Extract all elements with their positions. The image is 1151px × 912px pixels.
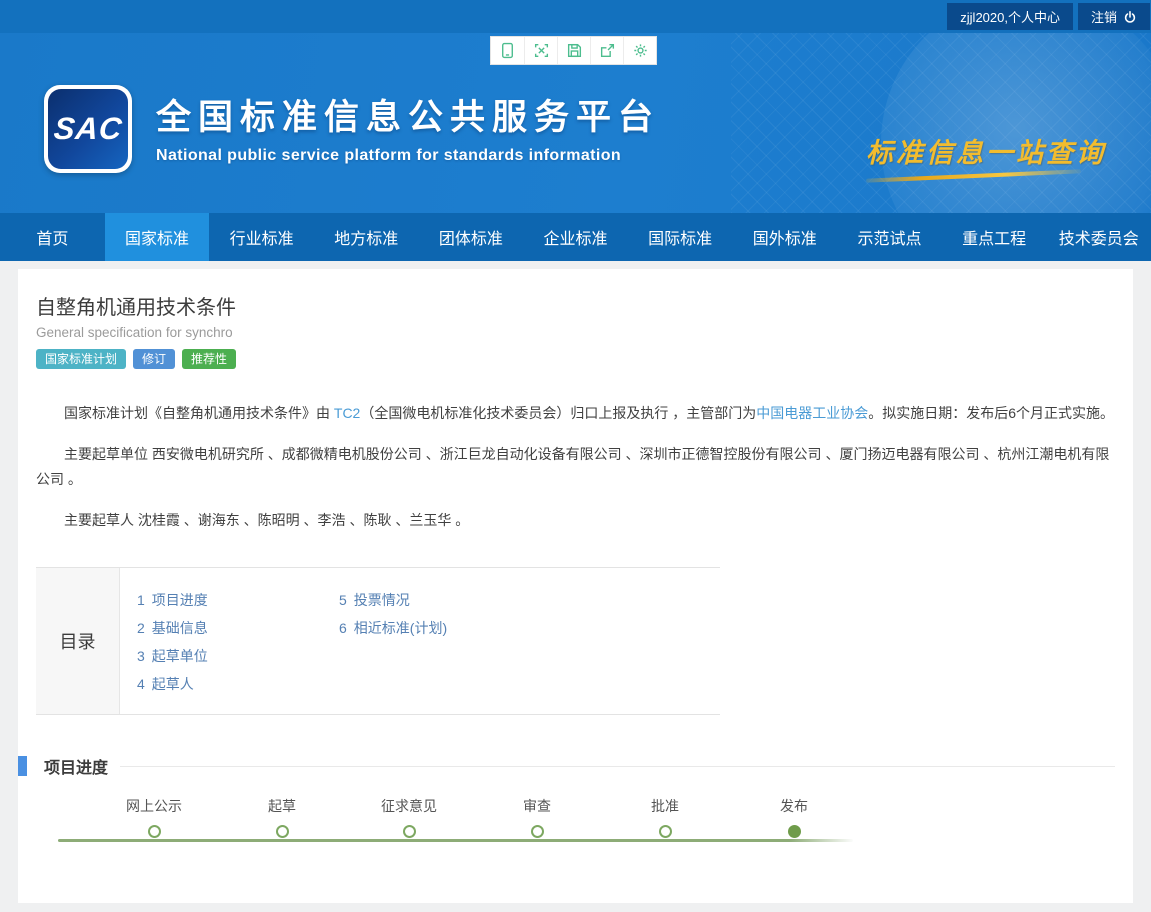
sac-logo[interactable]: SAC — [44, 85, 132, 173]
save-icon[interactable] — [557, 37, 590, 64]
department-link[interactable]: 中国电器工业协会 — [756, 405, 868, 421]
tag-row: 国家标准计划 修订 推荐性 — [36, 349, 1115, 369]
table-of-contents: 目录 1项目进度 2基础信息 3起草单位 4起草人 5投票情况 6相近标准(计划… — [36, 567, 720, 715]
fullscreen-icon[interactable] — [524, 37, 557, 64]
logout-label: 注销 — [1091, 7, 1117, 26]
timeline-dot — [788, 825, 801, 838]
timeline-step-online-publicity: 网上公示 — [99, 796, 209, 838]
timeline-dot — [659, 825, 672, 838]
nav-item-international-standards[interactable]: 国际标准 — [628, 213, 733, 261]
main-nav: 首页 国家标准 行业标准 地方标准 团体标准 企业标准 国际标准 国外标准 示范… — [0, 213, 1151, 261]
timeline-step-drafting: 起草 — [227, 796, 337, 838]
nav-item-key-projects[interactable]: 重点工程 — [942, 213, 1047, 261]
nav-item-group-standards[interactable]: 团体标准 — [419, 213, 524, 261]
nav-item-enterprise-standards[interactable]: 企业标准 — [523, 213, 628, 261]
standard-title-english: General specification for synchro — [36, 325, 1115, 340]
timeline-dot — [531, 825, 544, 838]
timeline-dot — [276, 825, 289, 838]
standard-summary: 国家标准计划《自整角机通用技术条件》由 TC2（全国微电机标准化技术委员会）归口… — [36, 401, 1115, 533]
sac-logo-text: SAC — [52, 111, 124, 147]
timeline-line — [58, 839, 853, 842]
timeline-step-approval: 批准 — [610, 796, 720, 838]
toc-link-drafting-units[interactable]: 3起草单位 — [137, 642, 339, 670]
timeline-step-comments: 征求意见 — [354, 796, 464, 838]
slogan-text: 标准信息一站查询 — [866, 131, 1106, 170]
user-account-label: zjjl2020,个人中心 — [960, 7, 1060, 26]
tag-revision: 修订 — [133, 349, 175, 369]
toc-link-basic-info[interactable]: 2基础信息 — [137, 614, 339, 642]
timeline-dot — [148, 825, 161, 838]
nav-item-home[interactable]: 首页 — [0, 213, 105, 261]
content-card: 自整角机通用技术条件 General specification for syn… — [18, 269, 1133, 903]
tablet-icon[interactable] — [491, 37, 524, 64]
section-title: 项目进度 — [44, 754, 108, 778]
tag-recommended: 推荐性 — [182, 349, 236, 369]
drafting-units-paragraph: 主要起草单位 西安微电机研究所 、成都微精电机股份公司 、浙江巨龙自动化设备有限… — [36, 442, 1115, 492]
site-banner: SAC 全国标准信息公共服务平台 National public service… — [0, 33, 1151, 213]
progress-timeline: 网上公示 起草 征求意见 审查 批准 发布 — [36, 796, 1115, 874]
intro-paragraph: 国家标准计划《自整角机通用技术条件》由 TC2（全国微电机标准化技术委员会）归口… — [36, 401, 1115, 426]
site-subtitle: National public service platform for sta… — [156, 147, 660, 165]
nav-item-pilot-projects[interactable]: 示范试点 — [837, 213, 942, 261]
nav-item-national-standards[interactable]: 国家标准 — [105, 213, 210, 261]
toc-link-similar-standards[interactable]: 6相近标准(计划) — [339, 614, 447, 642]
timeline-step-publication: 发布 — [739, 796, 849, 838]
section-accent-bar — [18, 756, 27, 776]
tag-national-standard-plan: 国家标准计划 — [36, 349, 126, 369]
top-bar: zjjl2020,个人中心 注销 — [0, 0, 1151, 33]
nav-item-foreign-standards[interactable]: 国外标准 — [732, 213, 837, 261]
nav-item-local-standards[interactable]: 地方标准 — [314, 213, 419, 261]
tc2-link[interactable]: TC2 — [334, 405, 360, 421]
brand-block: 全国标准信息公共服务平台 National public service pla… — [156, 89, 660, 165]
timeline-step-review: 审查 — [482, 796, 592, 838]
timeline-dot — [403, 825, 416, 838]
toc-link-voting[interactable]: 5投票情况 — [339, 586, 447, 614]
share-icon[interactable] — [590, 37, 623, 64]
section-rule — [120, 766, 1115, 767]
power-icon — [1123, 10, 1137, 24]
settings-icon[interactable] — [623, 37, 656, 64]
site-title: 全国标准信息公共服务平台 — [156, 89, 660, 140]
user-account-button[interactable]: zjjl2020,个人中心 — [947, 3, 1073, 30]
toc-link-project-progress[interactable]: 1项目进度 — [137, 586, 339, 614]
banner-slogan: 标准信息一站查询 — [866, 131, 1106, 178]
globe-graphic — [881, 33, 1151, 213]
nav-item-industry-standards[interactable]: 行业标准 — [209, 213, 314, 261]
toc-link-drafters[interactable]: 4起草人 — [137, 670, 339, 698]
nav-item-technical-committees[interactable]: 技术委员会 — [1046, 213, 1151, 261]
toc-title: 目录 — [36, 568, 120, 714]
section-header-project-progress: 项目进度 — [18, 754, 1115, 778]
logout-button[interactable]: 注销 — [1078, 3, 1150, 30]
drafters-paragraph: 主要起草人 沈桂霞 、谢海东 、陈昭明 、李浩 、陈耿 、兰玉华 。 — [36, 508, 1115, 533]
accessibility-toolbar — [490, 36, 657, 65]
standard-title: 自整角机通用技术条件 — [36, 269, 1115, 320]
